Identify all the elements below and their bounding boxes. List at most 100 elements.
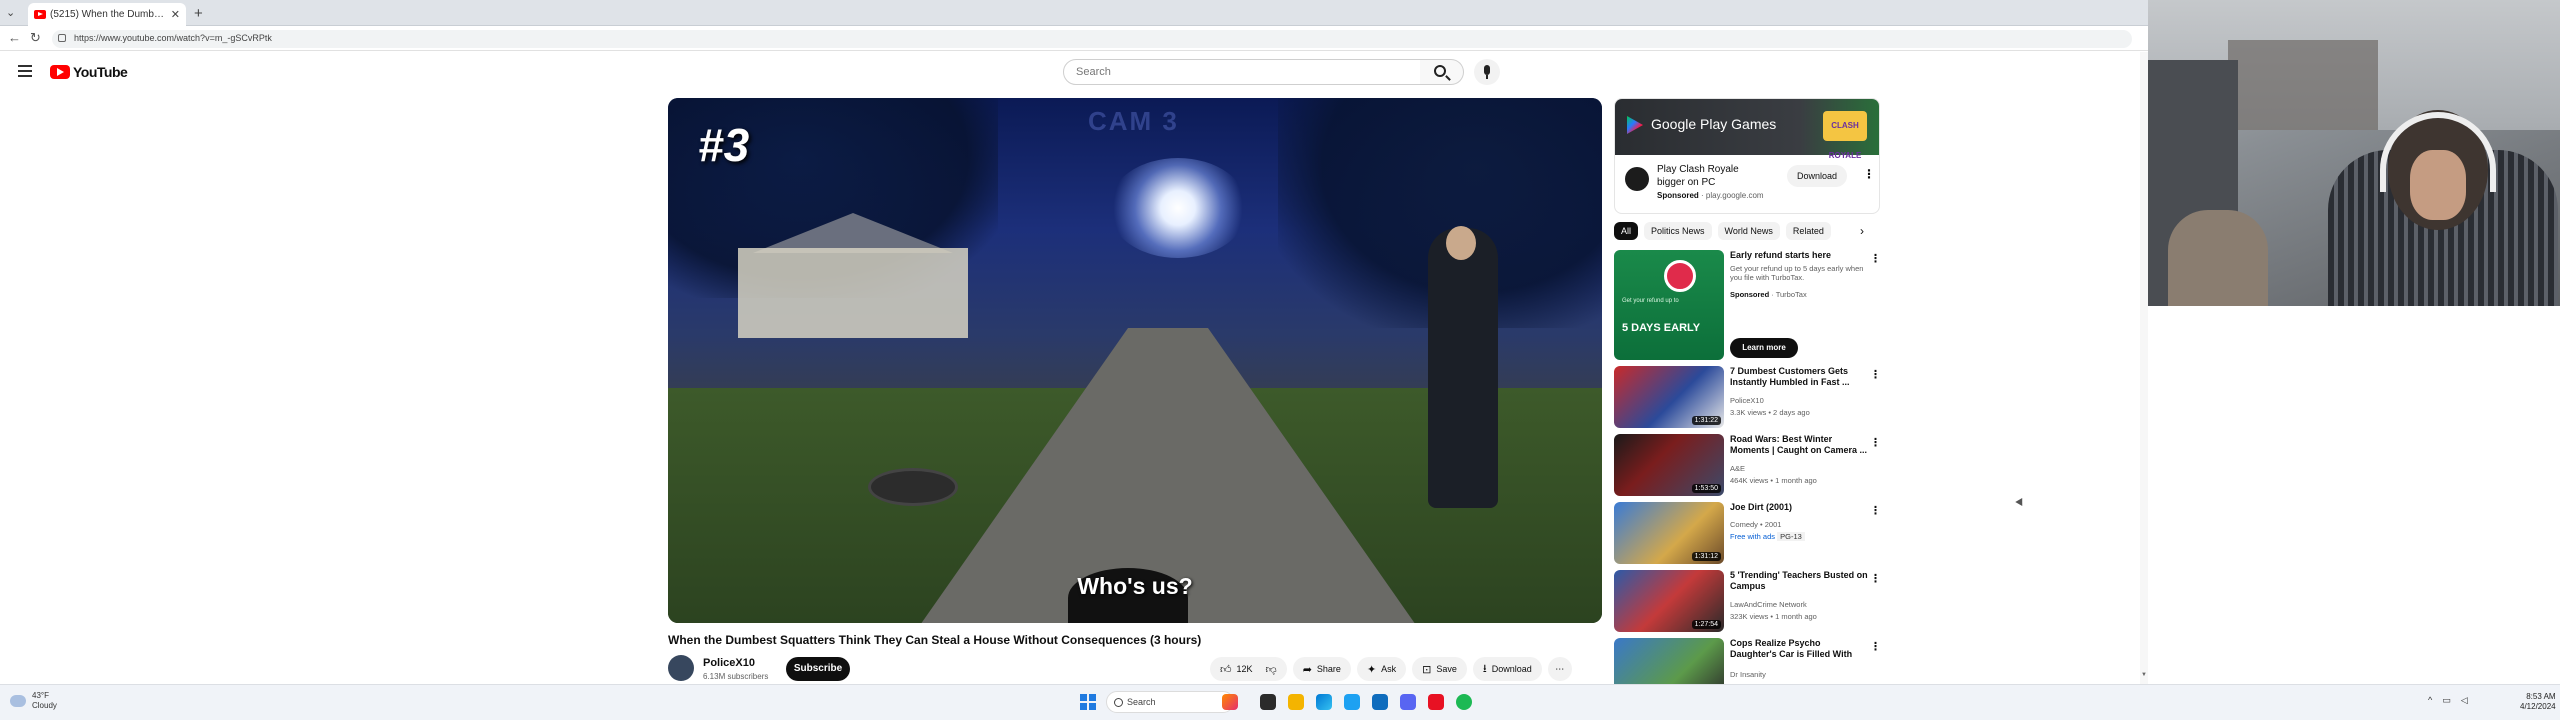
recommendation-item[interactable]: 1:53:50 Road Wars: Best Winter Moments |… (1614, 434, 1884, 500)
turbotax-ad-title: Early refund starts here (1730, 250, 1832, 260)
back-arrow-icon[interactable]: ← (8, 30, 21, 45)
voice-search-mic-icon[interactable] (1474, 59, 1500, 85)
weather-widget[interactable]: 43°F Cloudy (10, 691, 57, 711)
share-label: Share (1316, 664, 1341, 674)
sponsored-turbotax-item[interactable]: Get your refund up to 5 DAYS EARLY Early… (1614, 250, 1884, 362)
youtube-logo[interactable]: YouTube (50, 64, 128, 80)
recommendation-thumbnail (1614, 638, 1724, 684)
camera-overlay-label: CAM 3 (1088, 106, 1179, 136)
sponsored-label: Sponsored (1657, 191, 1699, 200)
recommendation-item[interactable]: 1:31:12 Joe Dirt (2001) Comedy • 2001 Fr… (1614, 502, 1884, 568)
browser-tab-youtube[interactable]: (5215) When the Dumbest S... ✕ (28, 3, 186, 26)
video-player[interactable]: CAM 3 #3 Who's us? (668, 98, 1602, 623)
youtube-header: YouTube Search (0, 52, 2148, 92)
video-actions: 👍︎ 12K 👎︎ ➦ Share ✦ Ask ⊡ Save ⭳ Downloa… (1210, 657, 1572, 681)
edge-browser-icon[interactable] (1316, 694, 1332, 710)
chip-related[interactable]: Related (1785, 222, 1831, 240)
scroll-down-arrow-icon[interactable]: ▼ (2141, 672, 2147, 678)
app-icon[interactable] (1428, 694, 1444, 710)
menu-icon[interactable] (18, 65, 32, 80)
recommendation-more-icon[interactable]: ⋮ (1870, 436, 1881, 449)
recommendation-item[interactable]: 1:31:22 7 Dumbest Customers Gets Instant… (1614, 366, 1884, 432)
recommendation-title: Joe Dirt (2001) (1730, 502, 1793, 512)
recommendation-more-icon[interactable]: ⋮ (1870, 640, 1881, 653)
save-button[interactable]: ⊡ Save (1412, 657, 1467, 681)
tab-close-icon[interactable]: ✕ (171, 8, 180, 21)
thumbs-down-icon[interactable]: 👎︎ (1266, 663, 1277, 676)
network-icon[interactable]: ▭ (2442, 695, 2451, 706)
clock-time: 8:53 AM (2526, 692, 2556, 701)
file-explorer-icon[interactable] (1288, 694, 1304, 710)
channel-avatar[interactable] (668, 655, 694, 681)
chip-world-news[interactable]: World News (1717, 222, 1780, 240)
recommendation-item[interactable]: 1:27:54 5 'Trending' Teachers Busted on … (1614, 570, 1884, 636)
learn-more-button[interactable]: Learn more (1730, 338, 1798, 358)
tray-chevron-icon[interactable]: ^ (2428, 695, 2432, 706)
tab-search-chevron-icon[interactable]: ⌄ (6, 6, 15, 19)
recommendation-meta: 3.3K views • 2 days ago (1730, 408, 1810, 417)
chrome-icon[interactable] (1344, 694, 1360, 710)
page-scrollbar[interactable] (2140, 52, 2148, 684)
recommendation-channel: Comedy • 2001 (1730, 520, 1782, 529)
ad-download-button[interactable]: Download (1787, 165, 1847, 187)
share-button[interactable]: ➦ Share (1292, 657, 1351, 681)
filter-chips: All Politics News World News Related (1614, 222, 1884, 240)
more-actions-button[interactable]: ⋯ (1547, 657, 1572, 681)
search-highlight-icon[interactable] (1222, 694, 1238, 710)
turbotax-thumb-tagline: Get your refund up to (1622, 298, 1679, 304)
recommendation-more-icon[interactable]: ⋮ (1870, 572, 1881, 585)
search-button[interactable] (1420, 59, 1464, 85)
thumbs-up-icon: 👍︎ (1220, 663, 1232, 676)
recommendation-channel: PoliceX10 (1730, 396, 1764, 405)
like-button[interactable]: 👍︎ 12K 👎︎ (1210, 657, 1287, 681)
recommendation-channel: Dr Insanity (1730, 670, 1766, 679)
recommendation-more-icon[interactable]: ⋮ (1870, 368, 1881, 381)
weather-condition: Cloudy (32, 701, 57, 710)
google-play-icon (1627, 116, 1643, 134)
sponsored-game-ad[interactable]: Google Play Games CLASH ROYALE Play Clas… (1614, 98, 1880, 214)
volume-icon[interactable]: ◁ (2461, 695, 2468, 706)
store-icon[interactable] (1372, 694, 1388, 710)
chip-politics-news[interactable]: Politics News (1644, 222, 1712, 240)
download-button[interactable]: ⭳ Download (1472, 657, 1542, 681)
browser-address-bar: ← ↻ https://www.youtube.com/watch?v=m_-g… (0, 27, 2148, 51)
more-horizontal-icon: ⋯ (1555, 663, 1565, 674)
video-frame-manhole (868, 468, 958, 506)
chip-all[interactable]: All (1614, 222, 1639, 240)
site-info-icon[interactable] (58, 34, 66, 42)
video-frame-light-glare (1108, 158, 1248, 258)
windows-start-icon[interactable] (1080, 694, 1096, 710)
spotify-icon[interactable] (1456, 694, 1472, 710)
turbotax-sponsored-label: Sponsored (1730, 290, 1770, 299)
url-field[interactable]: https://www.youtube.com/watch?v=m_-gSCvR… (52, 30, 2132, 48)
discord-icon[interactable] (1400, 694, 1416, 710)
turbotax-more-icon[interactable]: ⋮ (1870, 252, 1881, 265)
subscribe-button[interactable]: Subscribe (786, 657, 850, 681)
task-view-icon[interactable] (1260, 694, 1276, 710)
ad-more-icon[interactable]: ⋮ (1863, 167, 1875, 181)
system-clock[interactable]: 8:53 AM 4/12/2024 (2520, 692, 2556, 712)
bookmark-icon: ⊡ (1422, 663, 1432, 676)
video-frame-house (738, 248, 968, 338)
video-frame-officer-head (1446, 226, 1476, 260)
recommendation-more-icon[interactable]: ⋮ (1870, 504, 1881, 517)
reload-icon[interactable]: ↻ (30, 30, 41, 46)
windows-taskbar: 43°F Cloudy Search ^ ▭ ◁ 8:53 AM 4/12/20… (0, 684, 2560, 720)
recommendation-title: Road Wars: Best Winter Moments | Caught … (1730, 434, 1868, 455)
like-count: 12K (1236, 664, 1253, 674)
recommendation-item[interactable]: Cops Realize Psycho Daughter's Car is Fi… (1614, 638, 1884, 684)
search-input[interactable]: Search (1063, 59, 1421, 85)
taskbar-search[interactable]: Search (1106, 691, 1234, 713)
video-duration: 1:31:12 (1691, 552, 1721, 561)
search-icon (1434, 65, 1446, 77)
recommendation-title: Cops Realize Psycho Daughter's Car is Fi… (1730, 638, 1853, 659)
subscriber-count: 6.13M subscribers (703, 672, 769, 681)
new-tab-button[interactable]: + (194, 5, 203, 22)
recommendation-meta: 323K views • 1 month ago (1730, 612, 1817, 621)
chips-next-chevron-icon[interactable]: › (1860, 224, 1864, 238)
recommendation-channel: A&E (1730, 464, 1746, 473)
ad-sponsor-line: Sponsored · play.google.com (1657, 191, 1764, 200)
webcam-shelf (2228, 40, 2378, 130)
channel-name[interactable]: PoliceX10 (703, 657, 755, 669)
ask-button[interactable]: ✦ Ask (1356, 657, 1407, 681)
